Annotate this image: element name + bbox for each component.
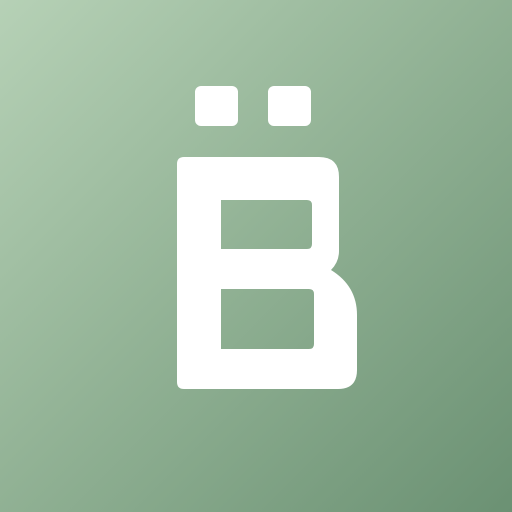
app-icon [0,0,512,512]
b-letter [177,157,357,389]
b-umlaut-logo-icon [177,86,357,389]
umlaut-left-dot [195,86,238,126]
umlaut-right-dot [268,86,311,126]
